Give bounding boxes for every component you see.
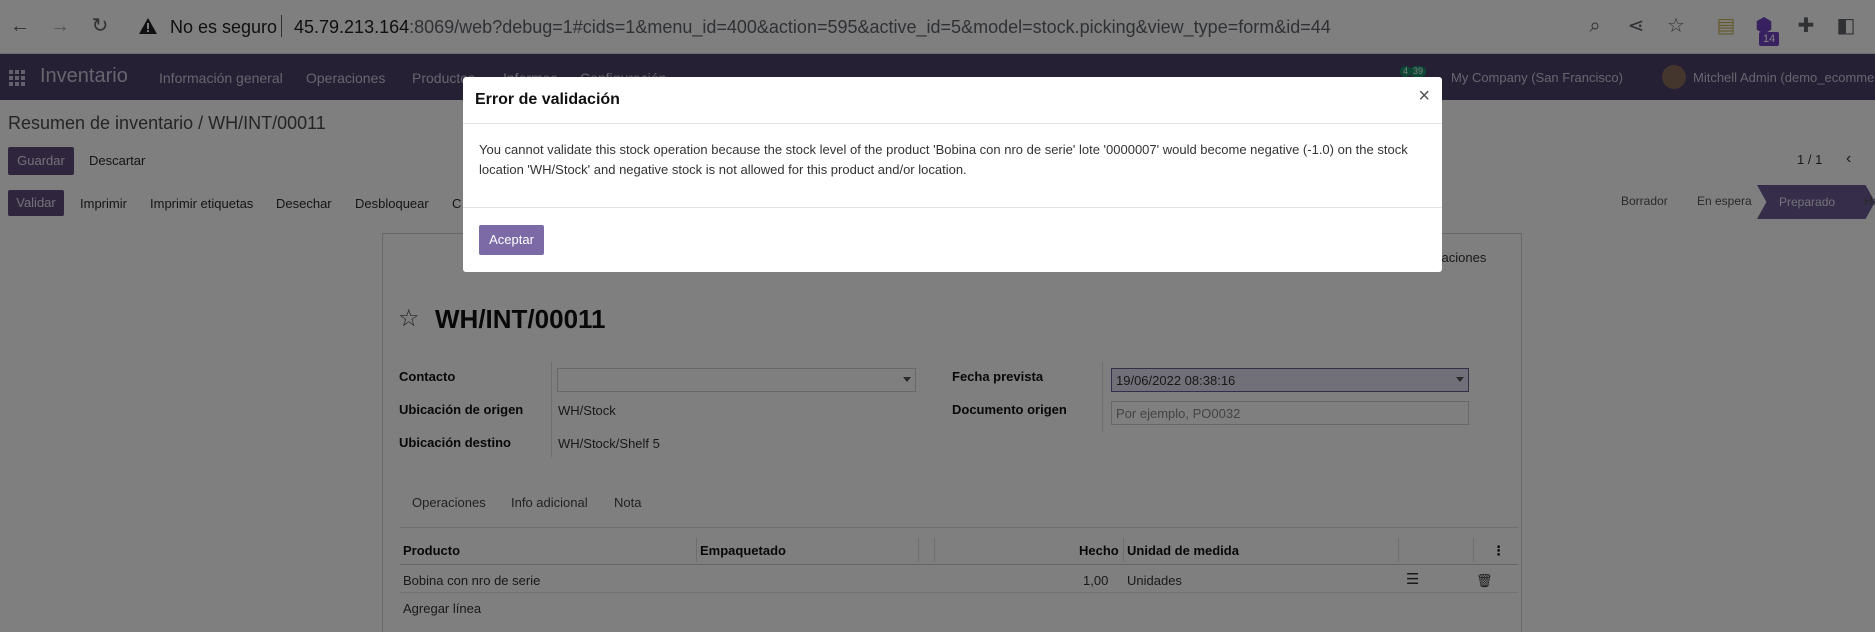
close-icon[interactable]: × (1418, 85, 1430, 108)
dialog-header-divider (463, 123, 1442, 124)
dialog-title: Error de validación (475, 91, 620, 108)
dialog-message: You cannot validate this stock operation… (479, 142, 1408, 177)
accept-button[interactable]: Aceptar (479, 225, 544, 255)
dialog-footer-divider (463, 207, 1442, 208)
validation-error-dialog: Error de validación × You cannot validat… (463, 77, 1442, 272)
